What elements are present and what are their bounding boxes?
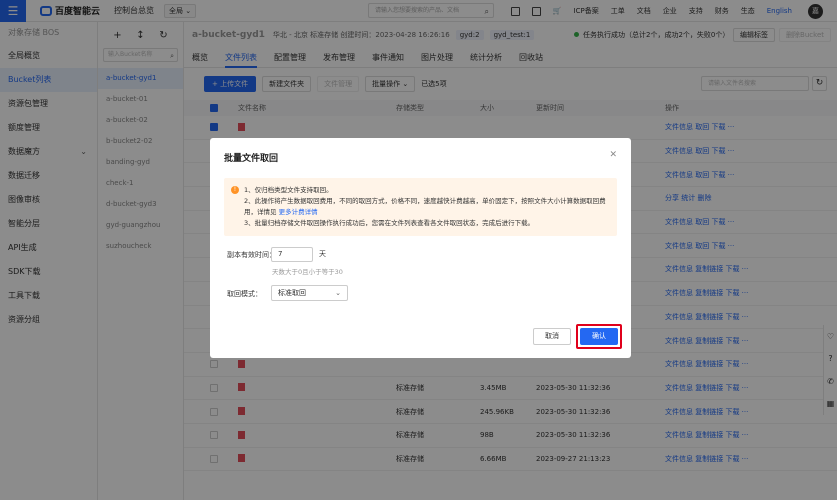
cancel-button[interactable]: 取消	[533, 328, 571, 345]
mode-label: 取回模式：	[227, 290, 262, 298]
notice-box: ! 1、仅归档类型文件支持取回。 2、此操作将产生数据取回费用，不同的取回方式，…	[224, 178, 617, 236]
notice-line: 3、批量归档存储文件取回操作执行成功后，您需在文件列表查看各文件取回状态，完成后…	[244, 219, 535, 227]
close-icon[interactable]: ✕	[609, 150, 617, 160]
validity-hint: 天数大于0且小于等于30	[272, 268, 343, 276]
validity-unit: 天	[319, 250, 326, 258]
batch-retrieve-dialog: 批量文件取回 ✕ ! 1、仅归档类型文件支持取回。 2、此操作将产生数据取回费用…	[210, 138, 631, 358]
warning-icon: !	[231, 186, 239, 194]
notice-line: 2、此操作将产生数据取回费用，不同的取回方式，价格不同，速度越快计费越高，单价固…	[244, 196, 609, 218]
validity-days-input[interactable]: 7	[271, 247, 313, 262]
chevron-down-icon: ⌄	[335, 289, 341, 297]
notice-line: 1、仅归档类型文件支持取回。	[244, 186, 333, 194]
confirm-button[interactable]: 确认	[580, 328, 618, 345]
retrieve-mode-select[interactable]: 标准取回 ⌄	[271, 285, 348, 301]
validity-label: 副本有效时间：	[227, 251, 276, 259]
retrieve-mode-value: 标准取回	[278, 289, 306, 297]
dialog-title: 批量文件取回	[224, 154, 279, 164]
highlight-frame: 确认	[576, 324, 622, 349]
pricing-detail-link[interactable]: 更多计费详情	[279, 208, 318, 216]
